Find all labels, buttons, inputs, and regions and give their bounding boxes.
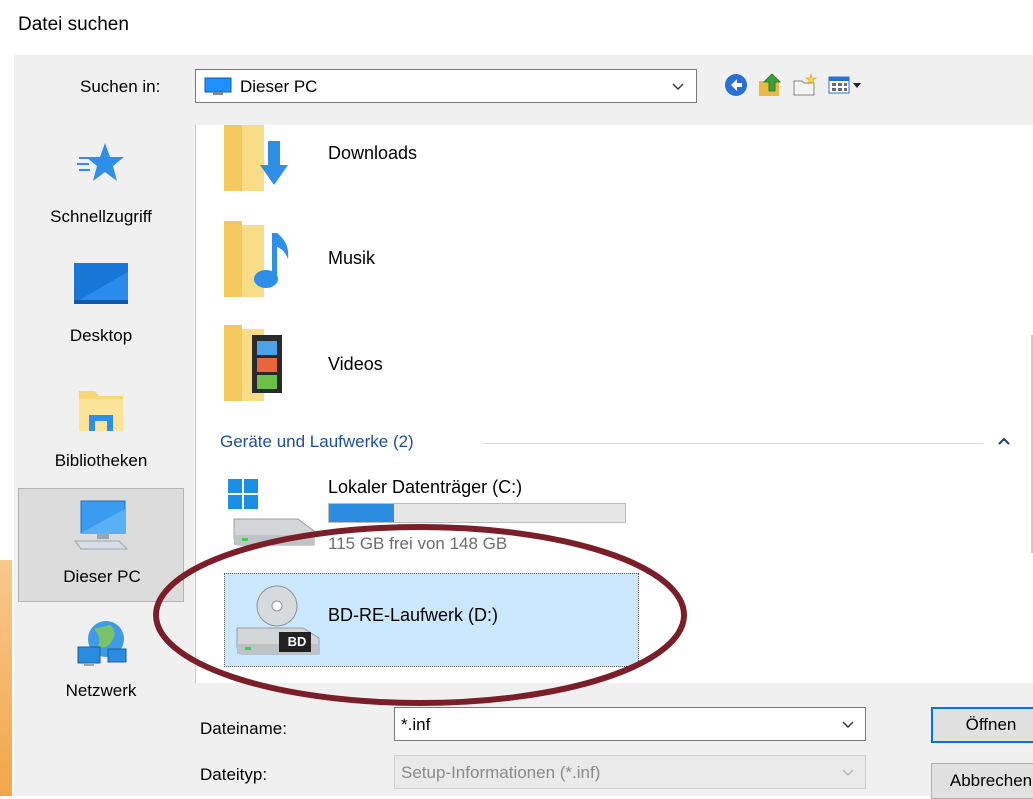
libraries-icon [79,391,123,431]
star-icon [77,143,124,181]
filetype-label: Dateityp: [200,765,268,784]
computer-icon [204,77,232,95]
place-desktop[interactable]: Desktop [18,250,184,360]
drive-d-name: BD-RE-Laufwerk (D:) [328,605,499,625]
chevron-down-icon[interactable] [841,717,855,731]
filetype-value: Setup-Informationen (*.inf) [401,763,601,782]
list-item-videos[interactable]: Videos [224,321,524,409]
dialog-title: Datei suchen [18,14,129,35]
group-divider [483,443,983,444]
look-in-combobox[interactable]: Dieser PC [195,69,697,103]
list-item-music[interactable]: Musik [224,213,524,305]
computer-icon [74,500,129,550]
file-open-dialog: Suchen in: Dieser PC Schnellzugriff Desk… [14,55,1033,799]
filetype-combobox[interactable]: Setup-Informationen (*.inf) [394,755,866,789]
list-item-downloads[interactable]: Downloads [224,125,524,197]
place-label: Dieser PC [63,567,141,586]
place-this-pc[interactable]: Dieser PC [18,488,184,602]
music-folder-icon [224,221,289,297]
drive-c-usage-fill [329,504,395,522]
background-window-edge [0,560,12,796]
file-name: Videos [328,354,383,374]
file-list[interactable]: Downloads Musik Videos Geräte und Laufwe… [195,125,1033,683]
videos-folder-icon [224,325,282,401]
group-header-devices[interactable]: Geräte und Laufwerke (2) [220,432,414,452]
up-folder-icon[interactable] [756,71,784,99]
place-label: Bibliotheken [54,451,148,470]
file-name: Downloads [328,143,418,163]
downloads-folder-icon [224,125,288,191]
open-button[interactable]: Öffnen [931,707,1033,743]
cancel-button[interactable]: Abbrechen [931,763,1033,799]
place-network[interactable]: Netzwerk [18,613,184,713]
windows-drive-icon [228,479,315,546]
filename-label: Dateiname: [200,719,287,738]
drive-c-name: Lokaler Datenträger (C:) [328,477,523,497]
drive-c-usage-bar [328,503,626,523]
desktop-icon [74,263,128,304]
place-label: Desktop [69,326,133,345]
view-menu-icon[interactable] [826,71,864,99]
bd-badge: BD [287,634,307,649]
place-libraries[interactable]: Bibliotheken [18,373,184,485]
file-name: Musik [328,248,376,268]
look-in-label: Suchen in: [80,77,161,96]
network-icon [77,621,127,666]
filename-combobox[interactable]: *.inf [394,707,866,741]
title-bar: Datei suchen [0,0,1033,55]
place-label: Schnellzugriff [50,207,152,226]
back-icon[interactable] [722,71,750,99]
chevron-down-icon[interactable] [670,78,686,94]
chevron-up-icon[interactable] [996,436,1012,446]
place-quick-access[interactable]: Schnellzugriff [18,127,184,237]
look-in-value: Dieser PC [240,77,318,96]
place-label: Netzwerk [65,681,137,700]
chevron-down-icon[interactable] [841,765,855,779]
filename-input[interactable]: *.inf [401,715,430,735]
new-folder-icon[interactable] [790,71,818,99]
drive-c-free-space: 115 GB frei von 148 GB [328,534,508,553]
